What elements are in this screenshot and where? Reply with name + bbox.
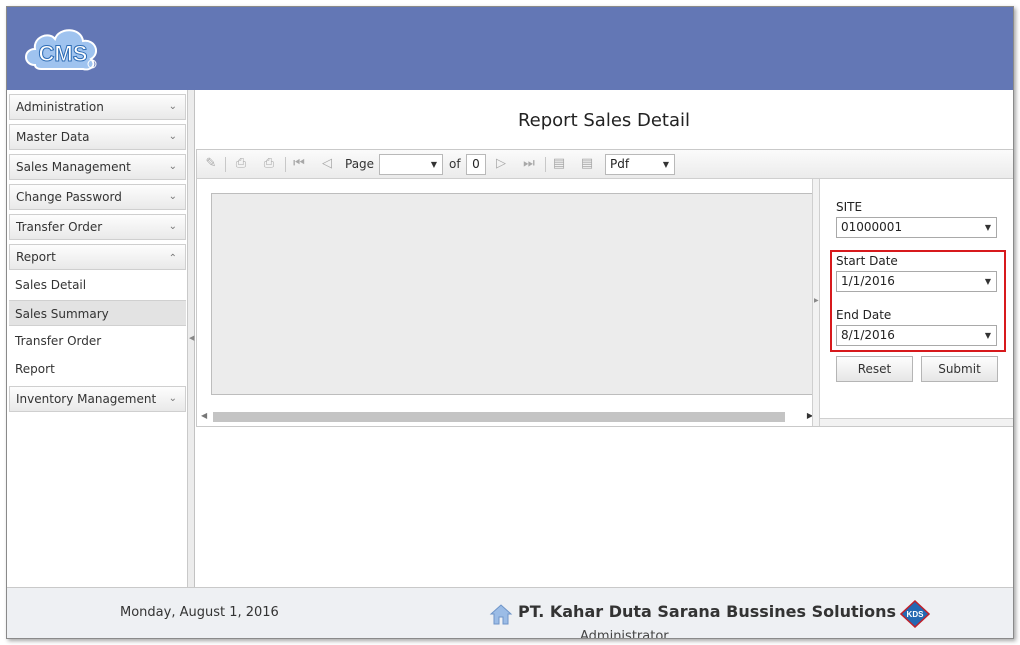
sidebar-item-label: Report [16, 250, 56, 264]
dropdown-arrow-icon: ▼ [984, 223, 991, 232]
dropdown-arrow-icon: ▼ [430, 160, 437, 169]
collapse-arrow-icon[interactable]: ◀ [189, 334, 194, 342]
start-date-value: 1/1/2016 [841, 274, 895, 288]
cms-logo: CMS [25, 29, 98, 71]
pencil-icon[interactable]: ✎ [203, 156, 219, 172]
total-pages-field: 0 [466, 154, 486, 175]
site-select[interactable]: 01000001 ▼ [836, 217, 997, 238]
export-format-value: Pdf [610, 157, 630, 171]
sidebar-item-label: Inventory Management [16, 392, 157, 406]
chevron-down-icon: ⌄ [168, 131, 177, 142]
report-toolbar: ✎ ⎙ ⎙ ⏮ ◁ Page ▼ of 0 ▷ ⏭ ▤ ▤ Pdf ▼ [197, 150, 1013, 179]
toolbar-separator [285, 157, 286, 172]
print-page-icon[interactable]: ⎙ [261, 156, 277, 172]
sidebar-subitem-transfer-order[interactable]: Transfer Order [9, 328, 186, 354]
collapse-params-icon[interactable]: ▶ [814, 297, 819, 304]
page-select[interactable]: ▼ [379, 154, 443, 175]
sidebar: Administration ⌄ Master Data ⌄ Sales Man… [7, 90, 188, 587]
sidebar-item-sales-management[interactable]: Sales Management ⌄ [9, 154, 186, 180]
dropdown-arrow-icon: ▼ [984, 331, 991, 340]
sidebar-subitem-sales-detail[interactable]: Sales Detail [9, 272, 186, 298]
sidebar-subitem-label: Sales Detail [15, 278, 87, 292]
sidebar-item-label: Sales Management [16, 160, 131, 174]
first-page-icon[interactable]: ⏮ [291, 156, 307, 172]
sidebar-item-inventory-management[interactable]: Inventory Management ⌄ [9, 386, 186, 412]
toolbar-separator [225, 157, 226, 172]
dropdown-arrow-icon: ▼ [984, 277, 991, 286]
params-footer-bar [820, 418, 1013, 426]
sidebar-splitter[interactable]: ◀ [188, 90, 195, 587]
save-icon[interactable]: ▤ [551, 156, 567, 172]
sidebar-item-label: Administration [16, 100, 104, 114]
sidebar-item-label: Master Data [16, 130, 90, 144]
site-select-value: 01000001 [841, 220, 903, 234]
report-viewer: ✎ ⎙ ⎙ ⏮ ◁ Page ▼ of 0 ▷ ⏭ ▤ ▤ Pdf ▼ ◀ ▶ … [196, 149, 1013, 427]
sidebar-item-label: Change Password [16, 190, 122, 204]
toolbar-separator [545, 157, 546, 172]
main-content: Report Sales Detail ✎ ⎙ ⎙ ⏮ ◁ Page ▼ of … [195, 90, 1013, 587]
prev-page-icon[interactable]: ◁ [319, 156, 335, 172]
site-label: SITE [836, 200, 863, 214]
sidebar-item-label: Transfer Order [16, 220, 103, 234]
horizontal-scrollbar[interactable]: ◀ ▶ [201, 411, 813, 423]
reset-button[interactable]: Reset [836, 356, 913, 382]
sidebar-subitem-label: Report [15, 362, 55, 376]
start-date-label: Start Date [836, 254, 898, 268]
chevron-down-icon: ⌄ [168, 101, 177, 112]
dropdown-arrow-icon: ▼ [662, 160, 669, 169]
end-date-value: 8/1/2016 [841, 328, 895, 342]
sidebar-item-report[interactable]: Report ⌃ [9, 244, 186, 270]
chevron-down-icon: ⌄ [168, 191, 177, 202]
sidebar-item-master-data[interactable]: Master Data ⌄ [9, 124, 186, 150]
export-format-select[interactable]: Pdf ▼ [605, 154, 675, 175]
sidebar-item-transfer-order[interactable]: Transfer Order ⌄ [9, 214, 186, 240]
company-name: PT. Kahar Duta Sarana Bussines Solutions [518, 602, 897, 621]
params-splitter[interactable]: ▶ [812, 179, 820, 426]
start-date-field[interactable]: 1/1/2016 ▼ [836, 271, 997, 292]
chevron-down-icon: ⌄ [168, 221, 177, 232]
of-label: of [449, 157, 461, 171]
sidebar-item-administration[interactable]: Administration ⌄ [9, 94, 186, 120]
app-window: CMS Administration ⌄ Master Data ⌄ Sales… [6, 6, 1014, 639]
footer-date: Monday, August 1, 2016 [120, 605, 279, 620]
header-bar: CMS [7, 7, 1013, 90]
chevron-up-icon: ⌃ [168, 253, 177, 264]
logged-in-user: Administrator [580, 629, 669, 639]
sidebar-item-change-password[interactable]: Change Password ⌄ [9, 184, 186, 210]
chevron-down-icon: ⌄ [168, 161, 177, 172]
submit-button[interactable]: Submit [921, 356, 998, 382]
scrollbar-thumb[interactable] [213, 412, 785, 422]
sidebar-subitem-label: Transfer Order [15, 334, 102, 348]
last-page-icon[interactable]: ⏭ [521, 156, 537, 172]
sidebar-subitem-sales-summary[interactable]: Sales Summary [9, 300, 186, 326]
parameters-panel: SITE 01000001 ▼ Start Date 1/1/2016 ▼ En… [820, 179, 1013, 426]
sidebar-subitem-report[interactable]: Report [9, 356, 186, 382]
svg-text:CMS: CMS [39, 41, 88, 66]
svg-text:KDS: KDS [907, 610, 925, 619]
page-label: Page [345, 157, 375, 171]
sidebar-subitem-label: Sales Summary [15, 307, 109, 321]
end-date-field[interactable]: 8/1/2016 ▼ [836, 325, 997, 346]
end-date-label: End Date [836, 308, 892, 322]
next-page-icon[interactable]: ▷ [493, 156, 509, 172]
print-icon[interactable]: ⎙ [233, 156, 249, 172]
report-preview-area: ◀ ▶ [197, 179, 818, 426]
page-title: Report Sales Detail [517, 110, 691, 131]
kds-logo-icon: KDS [900, 600, 930, 628]
report-page [211, 193, 813, 395]
home-icon[interactable] [489, 602, 513, 626]
save-as-icon[interactable]: ▤ [579, 156, 595, 172]
scroll-left-icon[interactable]: ◀ [201, 411, 207, 420]
footer-bar: Monday, August 1, 2016 PT. Kahar Duta Sa… [7, 587, 1013, 639]
chevron-down-icon: ⌄ [168, 393, 177, 404]
